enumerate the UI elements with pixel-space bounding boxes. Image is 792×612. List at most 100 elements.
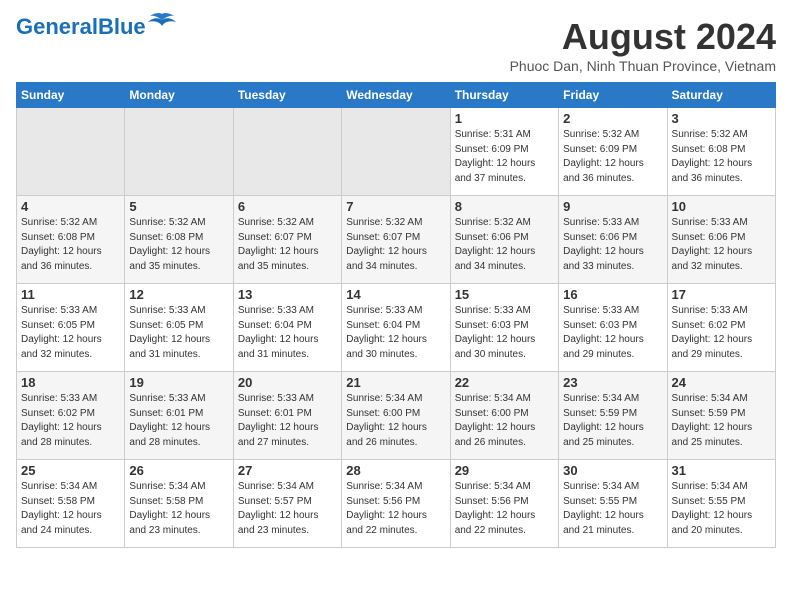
- day-number: 19: [129, 375, 228, 390]
- table-row: 22Sunrise: 5:34 AMSunset: 6:00 PMDayligh…: [450, 372, 558, 460]
- table-row: 24Sunrise: 5:34 AMSunset: 5:59 PMDayligh…: [667, 372, 775, 460]
- day-info: Sunrise: 5:34 AMSunset: 5:58 PMDaylight:…: [129, 480, 228, 538]
- day-info: Sunrise: 5:32 AMSunset: 6:08 PMDaylight:…: [129, 216, 228, 274]
- day-info: Sunrise: 5:32 AMSunset: 6:06 PMDaylight:…: [455, 216, 554, 274]
- table-row: [125, 108, 233, 196]
- day-info: Sunrise: 5:34 AMSunset: 6:00 PMDaylight:…: [455, 392, 554, 450]
- column-header-monday: Monday: [125, 83, 233, 108]
- title-block: August 2024 Phuoc Dan, Ninh Thuan Provin…: [510, 16, 776, 74]
- day-info: Sunrise: 5:34 AMSunset: 5:59 PMDaylight:…: [563, 392, 662, 450]
- day-number: 15: [455, 287, 554, 302]
- day-number: 3: [672, 111, 771, 126]
- table-row: 13Sunrise: 5:33 AMSunset: 6:04 PMDayligh…: [233, 284, 341, 372]
- table-row: 8 Sunrise: 5:32 AMSunset: 6:06 PMDaylight…: [450, 196, 558, 284]
- day-info: Sunrise: 5:33 AMSunset: 6:01 PMDaylight:…: [129, 392, 228, 450]
- table-row: 15 Sunrise: 5:33 AMSunset: 6:03 PMDayligh…: [450, 284, 558, 372]
- day-number: 6: [238, 199, 337, 214]
- day-number: 9: [563, 199, 662, 214]
- day-info: Sunrise: 5:33 AMSunset: 6:05 PMDaylight:…: [21, 304, 120, 362]
- table-row: 1 Sunrise: 5:31 AMSunset: 6:09 PMDaylight…: [450, 108, 558, 196]
- day-info: Sunrise: 5:32 AMSunset: 6:08 PMDaylight:…: [21, 216, 120, 274]
- day-number: 16: [563, 287, 662, 302]
- table-row: [233, 108, 341, 196]
- calendar-table: SundayMondayTuesdayWednesdayThursdayFrid…: [16, 82, 776, 548]
- day-info: Sunrise: 5:32 AMSunset: 6:09 PMDaylight:…: [563, 128, 662, 186]
- table-row: 20Sunrise: 5:33 AMSunset: 6:01 PMDayligh…: [233, 372, 341, 460]
- day-number: 7: [346, 199, 445, 214]
- day-number: 23: [563, 375, 662, 390]
- table-row: 17 Sunrise: 5:33 AMSunset: 6:02 PMDayligh…: [667, 284, 775, 372]
- day-number: 28: [346, 463, 445, 478]
- day-info: Sunrise: 5:34 AMSunset: 5:56 PMDaylight:…: [346, 480, 445, 538]
- day-number: 4: [21, 199, 120, 214]
- table-row: [342, 108, 450, 196]
- day-info: Sunrise: 5:33 AMSunset: 6:05 PMDaylight:…: [129, 304, 228, 362]
- day-info: Sunrise: 5:34 AMSunset: 5:57 PMDaylight:…: [238, 480, 337, 538]
- month-year-title: August 2024: [510, 16, 776, 58]
- table-row: 5 Sunrise: 5:32 AMSunset: 6:08 PMDaylight…: [125, 196, 233, 284]
- table-row: 30Sunrise: 5:34 AMSunset: 5:55 PMDayligh…: [559, 460, 667, 548]
- column-header-saturday: Saturday: [667, 83, 775, 108]
- table-row: 18 Sunrise: 5:33 AMSunset: 6:02 PMDayligh…: [17, 372, 125, 460]
- table-row: 14 Sunrise: 5:33 AMSunset: 6:04 PMDayligh…: [342, 284, 450, 372]
- logo: GeneralBlue: [16, 16, 176, 38]
- day-number: 18: [21, 375, 120, 390]
- table-row: 16 Sunrise: 5:33 AMSunset: 6:03 PMDayligh…: [559, 284, 667, 372]
- day-number: 31: [672, 463, 771, 478]
- day-number: 14: [346, 287, 445, 302]
- day-number: 12: [129, 287, 228, 302]
- day-info: Sunrise: 5:32 AMSunset: 6:07 PMDaylight:…: [238, 216, 337, 274]
- day-info: Sunrise: 5:33 AMSunset: 6:04 PMDaylight:…: [238, 304, 337, 362]
- day-number: 5: [129, 199, 228, 214]
- table-row: 31Sunrise: 5:34 AMSunset: 5:55 PMDayligh…: [667, 460, 775, 548]
- calendar-header-row: SundayMondayTuesdayWednesdayThursdayFrid…: [17, 83, 776, 108]
- logo-text: GeneralBlue: [16, 16, 146, 38]
- day-info: Sunrise: 5:34 AMSunset: 6:00 PMDaylight:…: [346, 392, 445, 450]
- column-header-wednesday: Wednesday: [342, 83, 450, 108]
- column-header-tuesday: Tuesday: [233, 83, 341, 108]
- column-header-thursday: Thursday: [450, 83, 558, 108]
- table-row: 26Sunrise: 5:34 AMSunset: 5:58 PMDayligh…: [125, 460, 233, 548]
- table-row: 28 Sunrise: 5:34 AMSunset: 5:56 PMDayligh…: [342, 460, 450, 548]
- day-number: 1: [455, 111, 554, 126]
- day-info: Sunrise: 5:32 AMSunset: 6:08 PMDaylight:…: [672, 128, 771, 186]
- day-number: 25: [21, 463, 120, 478]
- table-row: 27Sunrise: 5:34 AMSunset: 5:57 PMDayligh…: [233, 460, 341, 548]
- table-row: 2Sunrise: 5:32 AMSunset: 6:09 PMDaylight…: [559, 108, 667, 196]
- day-info: Sunrise: 5:33 AMSunset: 6:06 PMDaylight:…: [672, 216, 771, 274]
- table-row: 23 Sunrise: 5:34 AMSunset: 5:59 PMDayligh…: [559, 372, 667, 460]
- table-row: 21 Sunrise: 5:34 AMSunset: 6:00 PMDayligh…: [342, 372, 450, 460]
- day-number: 17: [672, 287, 771, 302]
- calendar-week-row: 1 Sunrise: 5:31 AMSunset: 6:09 PMDaylight…: [17, 108, 776, 196]
- logo-bird-icon: [148, 12, 176, 34]
- calendar-week-row: 25 Sunrise: 5:34 AMSunset: 5:58 PMDayligh…: [17, 460, 776, 548]
- table-row: 11 Sunrise: 5:33 AMSunset: 6:05 PMDayligh…: [17, 284, 125, 372]
- day-number: 8: [455, 199, 554, 214]
- table-row: 19 Sunrise: 5:33 AMSunset: 6:01 PMDayligh…: [125, 372, 233, 460]
- day-info: Sunrise: 5:33 AMSunset: 6:03 PMDaylight:…: [563, 304, 662, 362]
- table-row: 10 Sunrise: 5:33 AMSunset: 6:06 PMDayligh…: [667, 196, 775, 284]
- calendar-week-row: 18 Sunrise: 5:33 AMSunset: 6:02 PMDayligh…: [17, 372, 776, 460]
- day-number: 24: [672, 375, 771, 390]
- day-info: Sunrise: 5:33 AMSunset: 6:02 PMDaylight:…: [672, 304, 771, 362]
- day-info: Sunrise: 5:33 AMSunset: 6:06 PMDaylight:…: [563, 216, 662, 274]
- day-info: Sunrise: 5:33 AMSunset: 6:04 PMDaylight:…: [346, 304, 445, 362]
- table-row: 6 Sunrise: 5:32 AMSunset: 6:07 PMDaylight…: [233, 196, 341, 284]
- calendar-week-row: 4 Sunrise: 5:32 AMSunset: 6:08 PMDaylight…: [17, 196, 776, 284]
- day-info: Sunrise: 5:34 AMSunset: 5:55 PMDaylight:…: [563, 480, 662, 538]
- column-header-friday: Friday: [559, 83, 667, 108]
- table-row: 4 Sunrise: 5:32 AMSunset: 6:08 PMDaylight…: [17, 196, 125, 284]
- day-info: Sunrise: 5:33 AMSunset: 6:02 PMDaylight:…: [21, 392, 120, 450]
- day-info: Sunrise: 5:33 AMSunset: 6:03 PMDaylight:…: [455, 304, 554, 362]
- day-info: Sunrise: 5:34 AMSunset: 5:56 PMDaylight:…: [455, 480, 554, 538]
- table-row: 9 Sunrise: 5:33 AMSunset: 6:06 PMDaylight…: [559, 196, 667, 284]
- day-info: Sunrise: 5:33 AMSunset: 6:01 PMDaylight:…: [238, 392, 337, 450]
- table-row: [17, 108, 125, 196]
- calendar-week-row: 11 Sunrise: 5:33 AMSunset: 6:05 PMDayligh…: [17, 284, 776, 372]
- table-row: 12 Sunrise: 5:33 AMSunset: 6:05 PMDayligh…: [125, 284, 233, 372]
- location-subtitle: Phuoc Dan, Ninh Thuan Province, Vietnam: [510, 58, 776, 74]
- day-number: 10: [672, 199, 771, 214]
- day-number: 21: [346, 375, 445, 390]
- day-info: Sunrise: 5:31 AMSunset: 6:09 PMDaylight:…: [455, 128, 554, 186]
- day-number: 11: [21, 287, 120, 302]
